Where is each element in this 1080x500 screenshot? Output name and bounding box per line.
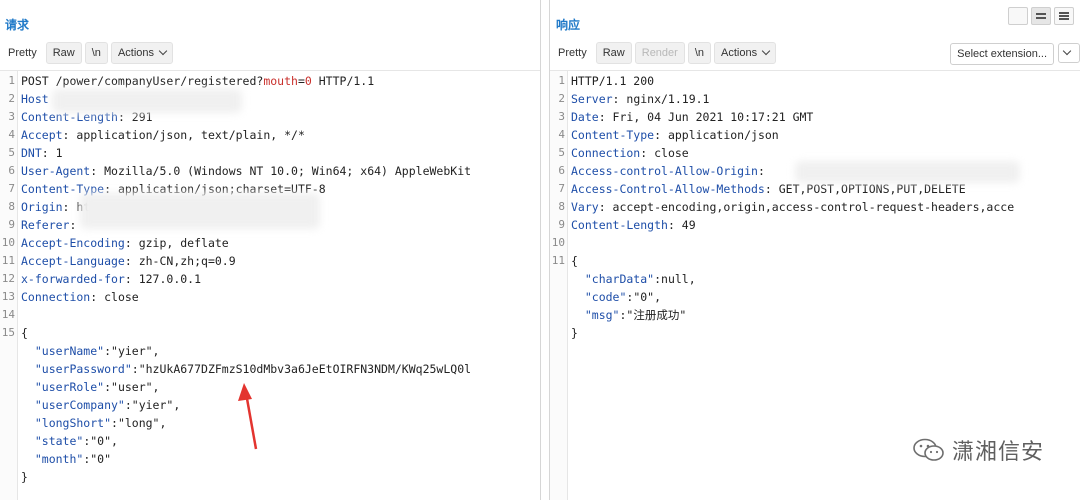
line-number: 6 (558, 164, 565, 177)
line-number: 7 (558, 182, 565, 195)
request-toolbar: Pretty Raw \n Actions (0, 41, 540, 65)
response-actions-label: Actions (721, 47, 758, 59)
line-text: "code":"0", (571, 288, 661, 306)
line-number: 5 (558, 146, 565, 159)
code-token: : application/json (654, 128, 779, 142)
line-number: 10 (551, 236, 565, 249)
layout-toggle-group (1005, 7, 1074, 25)
request-editor[interactable]: 1 POST /power/companyUser/registered?mout… (0, 70, 540, 500)
line-text: "msg":"注册成功" (571, 306, 686, 324)
pane-splitter[interactable] (540, 0, 550, 500)
code-token: : GET,POST,OPTIONS,PUT,DELETE (764, 182, 966, 196)
code-token: :"0", (626, 290, 662, 304)
arrow-shaft (244, 392, 258, 450)
line-number: 1 (558, 74, 565, 87)
code-token: : Fri, 04 Jun 2021 10:17:21 GMT (598, 110, 814, 124)
request-actions-button[interactable]: Actions (110, 42, 174, 64)
response-tab-newline[interactable]: \n (687, 42, 712, 64)
line-text: Server: nginx/1.19.1 (571, 90, 709, 108)
line-number: 8 (558, 200, 565, 213)
chevron-down-icon (1062, 46, 1072, 56)
line-text: HTTP/1.1 200 (571, 72, 654, 90)
arrow-head (238, 383, 252, 401)
layout-side-by-side-button[interactable] (1008, 7, 1028, 25)
code-token: : accept-encoding,origin,access-control-… (598, 200, 1015, 214)
line-text: Access-control-Allow-Origin: (571, 162, 765, 180)
layout-stacked-button[interactable] (1031, 7, 1051, 25)
response-actions-button[interactable]: Actions (714, 42, 777, 64)
chevron-down-icon (761, 46, 771, 56)
code-token: "msg" (571, 308, 620, 322)
request-tab-newline[interactable]: \n (84, 42, 108, 64)
watermark: 潇湘信安 (912, 434, 1044, 466)
code-token: Date (571, 110, 599, 124)
watermark-text: 潇湘信安 (951, 439, 1044, 464)
line-text: } (571, 324, 578, 342)
code-token: : 49 (667, 218, 696, 232)
code-token: Access-control-Allow-Origin (571, 164, 758, 178)
response-pane: 响应 Pretty Raw Render \n Actions Select e… (550, 0, 1080, 500)
select-extension-arrow[interactable] (1058, 43, 1080, 63)
code-token: : nginx/1.19.1 (612, 92, 710, 106)
response-tab-raw[interactable]: Raw (595, 42, 632, 64)
red-arrow-annotation (238, 383, 258, 450)
response-toolbar: Pretty Raw Render \n Actions Select exte… (550, 41, 1080, 65)
request-title: 请求 (5, 18, 30, 32)
request-actions-label: Actions (117, 47, 155, 59)
line-number: 2 (558, 92, 565, 105)
line-text: { (571, 252, 578, 270)
redaction-blur (795, 161, 1020, 183)
wechat-icon (913, 438, 944, 461)
code-token: { (571, 254, 578, 268)
code-token: "charData" (571, 272, 655, 286)
line-text: Content-Length: 49 (571, 216, 696, 234)
line-number: 4 (558, 128, 565, 141)
line-number: 3 (558, 110, 565, 123)
response-title: 响应 (556, 18, 581, 32)
request-tab-pretty[interactable]: Pretty (2, 43, 43, 63)
line-text: Content-Type: application/json (571, 126, 779, 144)
code-token: Server (571, 92, 613, 106)
code-token: "code" (571, 290, 627, 304)
code-token: :"注册成功" (619, 308, 687, 322)
code-token: Content-Length (571, 218, 668, 232)
code-token: Connection (571, 146, 641, 160)
line-number: 11 (551, 254, 565, 267)
response-tab-pretty[interactable]: Pretty (552, 43, 593, 63)
line-number: 9 (558, 218, 565, 231)
line-text: Connection: close (571, 144, 689, 162)
code-token: Vary (571, 200, 599, 214)
line-text: Date: Fri, 04 Jun 2021 10:17:21 GMT (571, 108, 813, 126)
response-tab-render: Render (634, 42, 685, 64)
chevron-down-icon (158, 46, 168, 56)
select-extension-dropdown[interactable]: Select extension... (950, 43, 1054, 65)
line-text: Vary: accept-encoding,origin,access-cont… (571, 198, 1014, 216)
code-token: HTTP/1.1 200 (571, 74, 655, 88)
code-token: Content-Type (571, 128, 655, 142)
code-token: Access-Control-Allow-Methods (571, 182, 765, 196)
request-tab-raw[interactable]: Raw (45, 42, 82, 64)
code-token: :null, (654, 272, 696, 286)
code-token: : close (640, 146, 689, 160)
code-token: : (757, 164, 765, 178)
line-text: "charData":null, (571, 270, 696, 288)
layout-single-button[interactable] (1054, 7, 1074, 25)
code-token: } (571, 326, 578, 340)
request-pane: 请求 Pretty Raw \n Actions 1 POST /power/co… (0, 0, 540, 500)
